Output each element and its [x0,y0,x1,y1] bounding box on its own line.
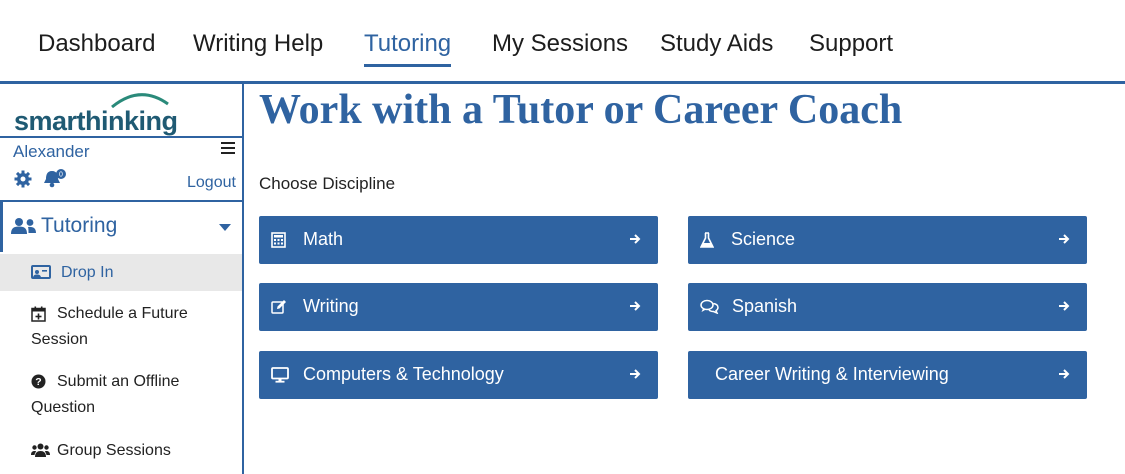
flask-icon [700,232,714,248]
discipline-label: Computers & Technology [303,364,504,384]
choose-discipline-label: Choose Discipline [259,174,396,193]
arrow-right-icon [630,369,641,379]
chat-bubbles-icon [700,299,719,314]
tab-tutoring[interactable]: Tutoring [364,30,452,67]
sidebar-item-label: Submit an Offline Question [31,373,180,416]
sidebar-item-label: Schedule a Future Session [31,305,188,348]
tab-my-sessions[interactable]: My Sessions [492,30,628,58]
sidebar-item-label: Group Sessions [57,442,171,459]
sidebar-section-tutoring[interactable]: Tutoring [0,202,242,252]
notification-count: 0 [59,172,63,179]
discipline-label: Career Writing & Interviewing [715,364,949,384]
career-writing-button[interactable]: Career Writing & Interviewing [688,351,1087,399]
spanish-button[interactable]: Spanish [688,283,1087,331]
tab-study-aids[interactable]: Study Aids [660,30,773,58]
bell-icon[interactable]: 0 [42,168,68,190]
arrow-right-icon [1059,301,1070,311]
sidebar-section-label: Tutoring [41,214,118,237]
sidebar-item-drop-in[interactable]: Drop In [0,254,242,291]
page-title: Work with a Tutor or Career Coach [259,87,903,133]
sidebar-item-group-sessions[interactable]: Group Sessions [0,438,242,468]
smarthinking-logo[interactable]: smarthinking [12,88,202,138]
sidebar-item-label: Drop In [61,264,114,281]
sidebar-item-offline-question[interactable]: ? Submit an Offline Question [0,369,242,423]
discipline-label: Spanish [732,296,798,316]
edit-icon [271,300,286,314]
arrow-right-icon [630,301,641,311]
tab-support[interactable]: Support [809,30,893,58]
active-indicator [0,202,3,252]
science-button[interactable]: Science [688,216,1087,264]
discipline-label: Writing [303,296,359,316]
monitor-icon [271,367,289,383]
arrow-right-icon [630,234,641,244]
users-icon [11,218,36,234]
logout-link[interactable]: Logout [187,174,236,192]
username: Alexander [13,142,90,161]
chevron-down-icon[interactable] [219,224,231,231]
arrow-right-icon [1059,369,1070,379]
sidebar: smarthinking Alexander 0 Logout Tutoring… [0,84,244,474]
gear-icon[interactable] [14,170,32,188]
discipline-label: Math [303,229,344,249]
writing-button[interactable]: Writing [259,283,658,331]
hamburger-menu-icon[interactable] [221,142,235,156]
tab-dashboard[interactable]: Dashboard [38,30,155,58]
arrow-right-icon [1059,234,1070,244]
divider [0,136,244,138]
tab-writing-help[interactable]: Writing Help [193,30,323,58]
top-navigation: Dashboard Writing Help Tutoring My Sessi… [0,0,1125,84]
discipline-label: Science [731,229,796,249]
computers-technology-button[interactable]: Computers & Technology [259,351,658,399]
math-button[interactable]: Math [259,216,658,264]
sidebar-item-schedule[interactable]: Schedule a Future Session [0,301,242,355]
logo-text: smarthinking [14,106,178,136]
calculator-icon [271,232,286,248]
